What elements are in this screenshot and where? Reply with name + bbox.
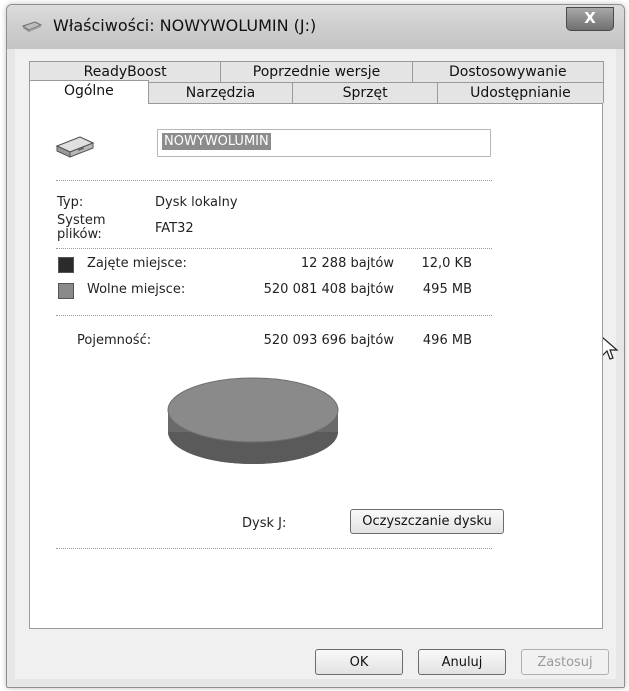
capacity-size: 496 MB bbox=[422, 333, 472, 348]
filesystem-value: FAT32 bbox=[155, 221, 194, 236]
used-space-bytes: 12 288 bajtów bbox=[300, 256, 394, 271]
title-bar[interactable]: Właściwości: NOWYWOLUMIN (J:) X bbox=[7, 5, 624, 49]
window-title: Właściwości: NOWYWOLUMIN (J:) bbox=[53, 16, 317, 35]
used-space-label: Zajęte miejsce: bbox=[87, 256, 187, 271]
separator bbox=[56, 548, 492, 549]
tab-readyboost[interactable]: ReadyBoost bbox=[29, 61, 222, 82]
separator bbox=[56, 248, 492, 249]
general-panel: NOWYWOLUMIN Typ: Dysk lokalny System pli… bbox=[29, 103, 603, 629]
drive-title-icon bbox=[21, 21, 43, 32]
drive-label: Dysk J: bbox=[242, 516, 287, 531]
tab-sharing[interactable]: Udostępnianie bbox=[436, 82, 604, 103]
capacity-label: Pojemność: bbox=[77, 333, 152, 348]
free-space-size: 495 MB bbox=[422, 282, 472, 297]
free-space-label: Wolne miejsce: bbox=[87, 282, 186, 297]
volume-name-input[interactable]: NOWYWOLUMIN bbox=[157, 129, 491, 157]
tab-row-top: ReadyBoost Poprzednie wersje Dostosowywa… bbox=[29, 61, 604, 82]
used-space-swatch bbox=[58, 257, 74, 273]
capacity-bytes: 520 093 696 bajtów bbox=[263, 333, 394, 348]
tab-previous-versions[interactable]: Poprzednie wersje bbox=[220, 61, 413, 82]
close-button[interactable]: X bbox=[566, 7, 614, 31]
ok-button[interactable]: OK bbox=[315, 649, 403, 675]
separator bbox=[56, 315, 492, 316]
disk-cleanup-button[interactable]: Oczyszczanie dysku bbox=[350, 509, 504, 534]
free-space-swatch bbox=[58, 283, 74, 299]
properties-window: Właściwości: NOWYWOLUMIN (J:) X ReadyBoo… bbox=[6, 4, 625, 688]
type-value: Dysk lokalny bbox=[155, 195, 238, 210]
free-space-bytes: 520 081 408 bajtów bbox=[263, 282, 394, 297]
tab-hardware[interactable]: Sprzęt bbox=[292, 82, 438, 103]
tab-customize[interactable]: Dostosowywanie bbox=[411, 61, 604, 82]
tab-general[interactable]: Ogólne bbox=[29, 80, 149, 104]
disk-usage-pie-chart bbox=[167, 377, 339, 464]
volume-name-text: NOWYWOLUMIN bbox=[162, 133, 271, 150]
used-space-size: 12,0 KB bbox=[421, 256, 472, 271]
apply-button: Zastosuj bbox=[521, 649, 609, 675]
dialog-content: ReadyBoost Poprzednie wersje Dostosowywa… bbox=[15, 49, 616, 679]
cancel-button[interactable]: Anuluj bbox=[418, 649, 506, 675]
tab-tools[interactable]: Narzędzia bbox=[147, 82, 294, 103]
separator bbox=[56, 180, 492, 181]
tab-row-bottom: Ogólne Narzędzia Sprzęt Udostępnianie bbox=[29, 80, 604, 104]
usb-drive-icon bbox=[55, 136, 95, 158]
filesystem-label: System plików: bbox=[57, 213, 106, 242]
mouse-pointer-icon bbox=[601, 336, 619, 360]
type-label: Typ: bbox=[57, 195, 84, 210]
